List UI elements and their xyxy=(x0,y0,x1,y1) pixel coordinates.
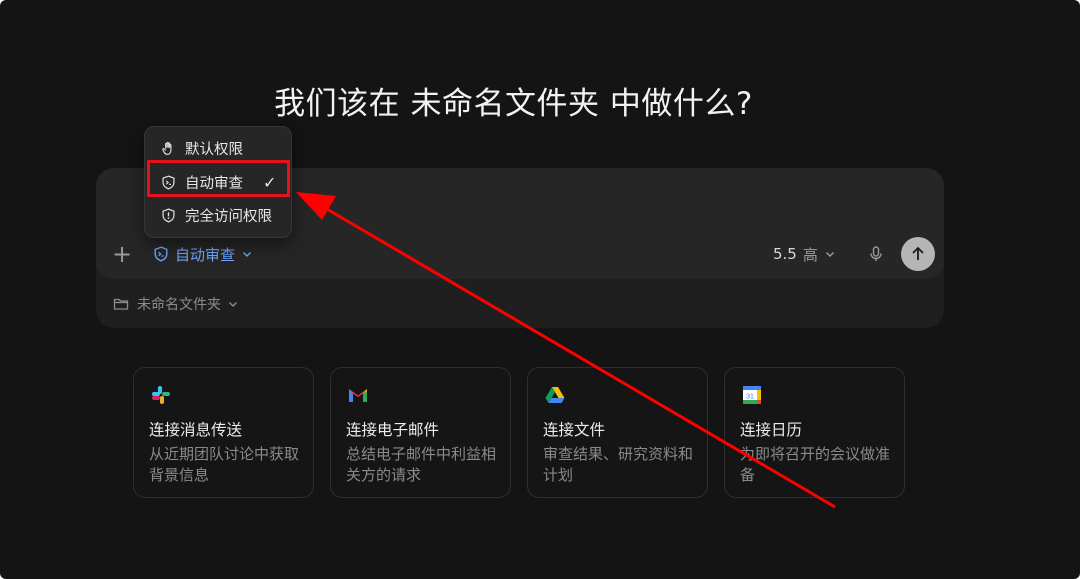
model-version: 5.5 xyxy=(773,245,797,263)
add-attachment-button[interactable]: + xyxy=(111,241,133,267)
menu-item-full-access[interactable]: 完全访问权限 xyxy=(161,204,272,226)
chevron-down-icon xyxy=(243,252,252,257)
folder-label: 未命名文件夹 xyxy=(137,297,221,313)
gmail-icon xyxy=(349,389,367,402)
drive-icon xyxy=(545,387,565,403)
send-button[interactable] xyxy=(901,237,935,271)
microphone-button[interactable] xyxy=(866,244,886,264)
card-description: 从近期团队讨论中获取背景信息 xyxy=(149,445,300,484)
chevron-down-icon xyxy=(825,252,834,257)
card-title: 连接电子邮件 xyxy=(346,421,440,439)
card-title: 连接日历 xyxy=(740,421,803,439)
microphone-icon xyxy=(870,246,882,261)
app-window: 我们该在 未命名文件夹 中做什么? + 自动审查 5.5 高 未命名文件夹 默认… xyxy=(0,0,1080,579)
hand-icon xyxy=(162,141,172,155)
alert-shield-icon xyxy=(162,207,175,223)
model-effort: 高 xyxy=(802,245,818,264)
menu-item-label: 完全访问权限 xyxy=(185,208,272,225)
folder-icon xyxy=(113,298,129,310)
permission-label: 自动审查 xyxy=(175,245,236,264)
card-description: 审查结果、研究资料和计划 xyxy=(543,445,694,484)
page-title: 我们该在 未命名文件夹 中做什么? xyxy=(274,86,753,122)
card-title: 连接消息传送 xyxy=(149,421,243,439)
connect-email-card[interactable]: 连接电子邮件 总结电子邮件中利益相关方的请求 xyxy=(330,367,511,498)
connect-calendar-card[interactable]: 31 连接日历 为即将召开的会议做准备 xyxy=(724,367,905,498)
menu-item-default-permission[interactable]: 默认权限 xyxy=(161,137,243,159)
arrow-up-icon xyxy=(912,246,924,260)
menu-item-label: 默认权限 xyxy=(185,141,243,158)
card-description: 总结电子邮件中利益相关方的请求 xyxy=(346,445,497,484)
connect-files-card[interactable]: 连接文件 审查结果、研究资料和计划 xyxy=(527,367,708,498)
calendar-day: 31 xyxy=(746,394,754,401)
calendar-icon: 31 xyxy=(743,386,761,404)
card-description: 为即将召开的会议做准备 xyxy=(740,445,891,484)
annotation-highlight-box xyxy=(147,160,290,197)
model-selector[interactable]: 5.5 高 xyxy=(773,244,836,264)
chevron-down-icon xyxy=(229,302,237,307)
slack-icon xyxy=(152,386,170,404)
terminal-shield-icon xyxy=(154,246,168,262)
folder-selector[interactable]: 未命名文件夹 xyxy=(113,295,247,313)
connect-messaging-card[interactable]: 连接消息传送 从近期团队讨论中获取背景信息 xyxy=(133,367,314,498)
permission-dropdown[interactable]: 自动审查 xyxy=(153,244,259,264)
card-title: 连接文件 xyxy=(543,421,606,439)
